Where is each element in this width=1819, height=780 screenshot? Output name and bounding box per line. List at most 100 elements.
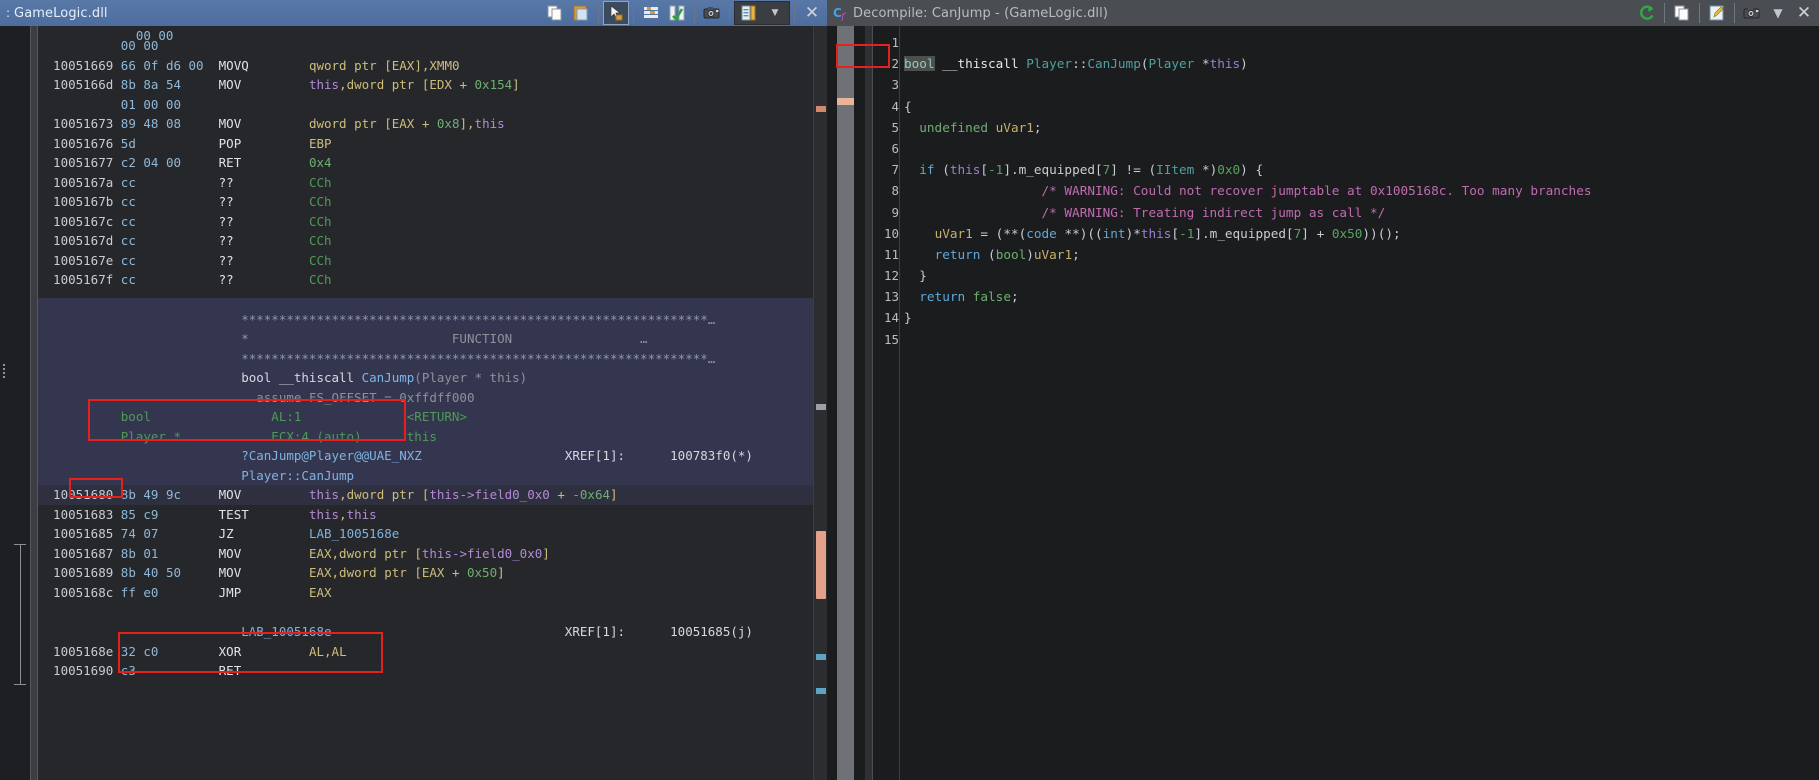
listing-row[interactable]: 1005166d 8b 8a 54 MOV this,dword ptr [ED… [38, 75, 813, 95]
ghidra-workspace: : GameLogic.dll ▼ ✕ 00 00 00 00 10051669… [0, 0, 1819, 780]
row-bytes: 66 0f d6 00 [120, 57, 219, 73]
listing-title: GameLogic.dll [14, 5, 108, 21]
listing-scrollbar[interactable] [813, 26, 827, 780]
svg-text:f: f [840, 12, 847, 21]
mangled-name: ?CanJump@Player@@UAE_NXZ [38, 448, 565, 463]
row-bytes: cc [120, 252, 219, 268]
decompiler-code-line[interactable] [904, 138, 1819, 159]
decompiler-line-number: 3 [891, 77, 899, 93]
decompiler-code-line[interactable]: undefined uVar1; [904, 117, 1819, 138]
panel-drag-handle[interactable] [0, 358, 8, 384]
notes-ruler-icon[interactable] [736, 1, 762, 25]
row-operand: ] [497, 565, 505, 580]
decompiler-code-line[interactable]: bool __thiscall Player::CanJump(Player *… [904, 53, 1819, 74]
decompiler-overview-gutter[interactable] [827, 26, 865, 780]
listing-row[interactable]: 10051676 5d POP EBP [38, 134, 813, 154]
label-definition-row[interactable]: LAB_1005168e XREF[1]: 10051685(j) [38, 622, 813, 642]
camera-icon[interactable] [1739, 1, 1765, 25]
toolbar-divider [598, 3, 599, 23]
decompiler-token: * [1194, 56, 1210, 72]
decompiler-code-line[interactable]: } [904, 307, 1819, 328]
function-variable-row[interactable]: Player * ECX:4 (auto) this [38, 427, 813, 447]
decompiler-overview-slider[interactable] [837, 26, 854, 780]
listing-row[interactable]: 1005167f cc ?? CCh [38, 270, 813, 290]
mangled-symbol-row[interactable]: ?CanJump@Player@@UAE_NXZ XREF[1]: 100783… [38, 446, 813, 466]
listing-row[interactable]: 1005168e 32 c0 XOR AL,AL [38, 642, 813, 662]
function-signature-row[interactable]: bool __thiscall CanJump(Player * this) [38, 368, 813, 388]
listing-row[interactable]: 10051689 8b 40 50 MOV EAX,dword ptr [EAX… [38, 563, 813, 583]
listing-blank-row [38, 290, 813, 298]
decompiler-code-line[interactable]: { [904, 96, 1819, 117]
copy-icon[interactable] [542, 1, 568, 25]
listing-row[interactable]: 1005167e cc ?? CCh [38, 251, 813, 271]
select-cursor-icon[interactable] [603, 1, 629, 25]
row-operand: ] [542, 545, 550, 561]
listing-row[interactable]: 10051687 8b 01 MOV EAX,dword ptr [this->… [38, 544, 813, 564]
listing-row[interactable]: 1005167c cc ?? CCh [38, 212, 813, 232]
row-address: 10051680 [38, 487, 121, 502]
decompiler-code-line[interactable]: uVar1 = (**(code **)((int)*this[-1].m_eq… [904, 223, 1819, 244]
row-mnemonic: RET [218, 155, 309, 170]
toggle-fields-icon[interactable] [638, 1, 664, 25]
row-mnemonic: MOV [218, 77, 309, 92]
decompiler-code-line[interactable]: } [904, 265, 1819, 286]
copy-icon[interactable] [1669, 1, 1695, 25]
row-mnemonic: ?? [218, 272, 309, 287]
chevron-down-icon[interactable]: ▼ [762, 1, 788, 25]
decompiler-code-line[interactable]: if (this[-1].m_equipped[7] != (IItem *)0… [904, 159, 1819, 180]
listing-row-bytes-continuation[interactable]: 01 00 00 [38, 95, 813, 115]
decompiler-token [904, 120, 919, 135]
decompiler-code-line[interactable]: return (bool)uVar1; [904, 244, 1819, 265]
paste-icon[interactable] [568, 1, 594, 25]
listing-row[interactable]: 10051669 66 0f d6 00 MOVQ qword ptr [EAX… [38, 56, 813, 76]
listing-row[interactable]: 10051677 c2 04 00 RET 0x4 [38, 153, 813, 173]
listing-row[interactable]: 1005167a cc ?? CCh [38, 173, 813, 193]
listing-row-bytes-continuation[interactable]: 00 00 [38, 36, 813, 56]
row-address: 1005167b [38, 194, 121, 209]
decompiler-line-number: 10 [883, 225, 899, 241]
listing-scroll-marker-2 [816, 404, 826, 410]
listing-row[interactable]: 10051680 8b 49 9c MOV this,dword ptr [th… [38, 485, 813, 505]
listing-scroll-thumb[interactable] [816, 531, 826, 599]
decompiler-token: -1 [988, 162, 1004, 178]
banner-label-row: * FUNCTION … [38, 329, 813, 349]
decompiler-titlebar[interactable]: C f Decompile: CanJump - (GameLogic.dll) [827, 0, 1819, 26]
listing-titlebar[interactable]: : GameLogic.dll ▼ ✕ [0, 0, 827, 26]
function-variable-row[interactable]: bool AL:1 <RETURN> [38, 407, 813, 427]
listing-blank-row-2 [38, 602, 813, 622]
listing-row[interactable]: 1005167d cc ?? CCh [38, 231, 813, 251]
listing-row[interactable]: 10051690 c3 RET [38, 661, 813, 681]
decompiler-token: [ [1171, 225, 1180, 241]
refresh-icon[interactable] [1634, 1, 1660, 25]
decompiler-token: uVar1 [934, 225, 973, 241]
function-banner-block[interactable]: ****************************************… [38, 297, 813, 485]
decompiler-code-area[interactable]: bool __thiscall Player::CanJump(Player *… [899, 26, 1819, 780]
camera-icon[interactable] [699, 1, 725, 25]
diff-compare-icon[interactable] [664, 1, 690, 25]
row-operand: this [308, 506, 340, 522]
listing-row[interactable]: 10051673 89 48 08 MOV dword ptr [EAX + 0… [38, 114, 813, 134]
listing-row[interactable]: 10051685 74 07 JZ LAB_1005168e [38, 524, 813, 544]
listing-row[interactable]: 1005168c ff e0 JMP EAX [38, 583, 813, 603]
listing-row[interactable]: 10051683 85 c9 TEST this,this [38, 505, 813, 525]
row-bytes: c3 [120, 663, 219, 678]
selected-return-type[interactable]: bool [904, 56, 935, 72]
decompiler-code-line[interactable]: /* WARNING: Treating indirect jump as ca… [904, 202, 1819, 223]
close-icon[interactable]: ✕ [1791, 1, 1817, 25]
edit-pencil-icon[interactable] [1704, 1, 1730, 25]
row-bytes: 5d [120, 135, 219, 151]
chevron-down-icon[interactable]: ▼ [1765, 1, 1791, 25]
decompiler-code-line[interactable] [904, 329, 1819, 350]
decompiler-code-line[interactable] [904, 32, 1819, 53]
close-icon[interactable]: ✕ [799, 1, 825, 25]
decompiler-code-line[interactable] [904, 74, 1819, 95]
decompiler-code-line[interactable]: /* WARNING: Could not recover jumptable … [904, 180, 1819, 201]
listing-flow-gutter [0, 26, 30, 780]
row-bytes: 32 c0 [120, 643, 219, 659]
row-operand: this [346, 506, 377, 522]
listing-code-area[interactable]: 00 00 00 00 10051669 66 0f d6 00 MOVQ qw… [38, 26, 813, 780]
row-mnemonic: ?? [218, 194, 309, 209]
decompiler-line-number: 11 [883, 246, 899, 262]
listing-row[interactable]: 1005167b cc ?? CCh [38, 192, 813, 212]
decompiler-code-line[interactable]: return false; [904, 286, 1819, 307]
